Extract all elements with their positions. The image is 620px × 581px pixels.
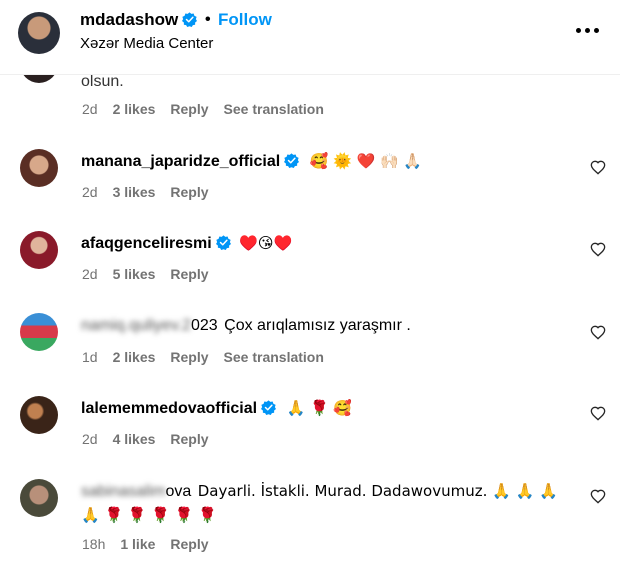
- verified-badge-icon: [182, 12, 198, 27]
- comment-text: ♥️😘♥️: [239, 234, 293, 252]
- see-translation-link[interactable]: See translation: [224, 349, 324, 365]
- avatar[interactable]: [20, 396, 58, 434]
- location-label[interactable]: Xəzər Media Center: [80, 35, 213, 52]
- likes-count[interactable]: 2 likes: [113, 349, 156, 365]
- reply-button[interactable]: Reply: [170, 101, 208, 117]
- comment-meta: 1d 2 likes Reply See translation: [82, 349, 339, 365]
- comment-username[interactable]: manana_japaridze_official: [81, 153, 280, 170]
- comment-body: sabinasalimova Dayarli. İstakli. Murad. …: [81, 482, 558, 501]
- like-heart-icon[interactable]: [590, 489, 606, 505]
- like-heart-icon[interactable]: [590, 325, 606, 341]
- verified-badge-icon: [284, 153, 300, 168]
- avatar[interactable]: [20, 149, 58, 187]
- post-author-username[interactable]: mdadashow: [80, 10, 178, 29]
- separator-dot: •: [205, 11, 211, 28]
- likes-count[interactable]: 1 like: [120, 536, 155, 552]
- comment-body: lalememmedovaofficial 🙏 🌹 🥰: [81, 399, 352, 418]
- comment-username[interactable]: afaqgenceliresmi: [81, 235, 212, 252]
- avatar[interactable]: [18, 12, 60, 54]
- reply-button[interactable]: Reply: [170, 536, 208, 552]
- comment-text: Dayarli. İstakli. Murad. Dadawovumuz. 🙏 …: [197, 482, 558, 500]
- comment-body: afaqgenceliresmi ♥️😘♥️: [81, 234, 292, 253]
- comment-meta: 2d 5 likes Reply: [82, 266, 224, 282]
- comment-username[interactable]: lalememmedovaofficial: [81, 400, 257, 417]
- more-options-icon[interactable]: [576, 28, 602, 36]
- comment-meta: 2d 3 likes Reply: [82, 184, 224, 200]
- comment-text-line2: 🙏 🌹 🌹 🌹 🌹 🌹: [81, 506, 217, 524]
- reply-button[interactable]: Reply: [170, 184, 208, 200]
- comment-text: olsun.: [81, 73, 124, 90]
- comment-time[interactable]: 1d: [82, 349, 98, 365]
- likes-count[interactable]: 4 likes: [113, 431, 156, 447]
- follow-button[interactable]: Follow: [218, 10, 272, 30]
- comment-time[interactable]: 2d: [82, 101, 98, 117]
- comment-meta: 18h 1 like Reply: [82, 536, 224, 552]
- comment-text: Çox arıqlamısız yaraşmır .: [224, 317, 411, 334]
- reply-button[interactable]: Reply: [170, 266, 208, 282]
- comment-time[interactable]: 18h: [82, 536, 105, 552]
- comment-time[interactable]: 2d: [82, 431, 98, 447]
- comment-body: manana_japaridze_official 🥰 🌞 ❤️ 🙌🏻 🙏🏻: [81, 152, 422, 171]
- likes-count[interactable]: 5 likes: [113, 266, 156, 282]
- comment-username[interactable]: ova: [165, 483, 191, 500]
- comment-meta: 2d 2 likes Reply See translation: [82, 101, 339, 117]
- like-heart-icon[interactable]: [590, 406, 606, 422]
- comment-body: namiq.quliyev.2023 Çox arıqlamısız yaraş…: [81, 317, 411, 335]
- see-translation-link[interactable]: See translation: [224, 101, 324, 117]
- post-author[interactable]: mdadashow: [80, 10, 198, 30]
- like-heart-icon[interactable]: [590, 160, 606, 176]
- reply-button[interactable]: Reply: [170, 349, 208, 365]
- likes-count[interactable]: 3 likes: [113, 184, 156, 200]
- verified-badge-icon: [261, 400, 277, 415]
- comment-time[interactable]: 2d: [82, 184, 98, 200]
- comment-username-blurred[interactable]: sabinasalim: [81, 483, 165, 500]
- verified-badge-icon: [215, 235, 231, 250]
- comment-meta: 2d 4 likes Reply: [82, 431, 224, 447]
- like-heart-icon[interactable]: [590, 242, 606, 258]
- avatar[interactable]: [20, 231, 58, 269]
- avatar[interactable]: [20, 313, 58, 351]
- likes-count[interactable]: 2 likes: [113, 101, 156, 117]
- comment-username[interactable]: 023: [191, 317, 218, 334]
- comment-text: 🙏 🌹 🥰: [286, 399, 353, 417]
- comment-username-blurred[interactable]: namiq.quliyev.2: [81, 317, 191, 334]
- comment-time[interactable]: 2d: [82, 266, 98, 282]
- reply-button[interactable]: Reply: [170, 431, 208, 447]
- comment-text: 🥰 🌞 ❤️ 🙌🏻 🙏🏻: [309, 152, 423, 170]
- avatar[interactable]: [20, 479, 58, 517]
- post-header: mdadashow • Follow Xəzər Media Center: [0, 0, 620, 75]
